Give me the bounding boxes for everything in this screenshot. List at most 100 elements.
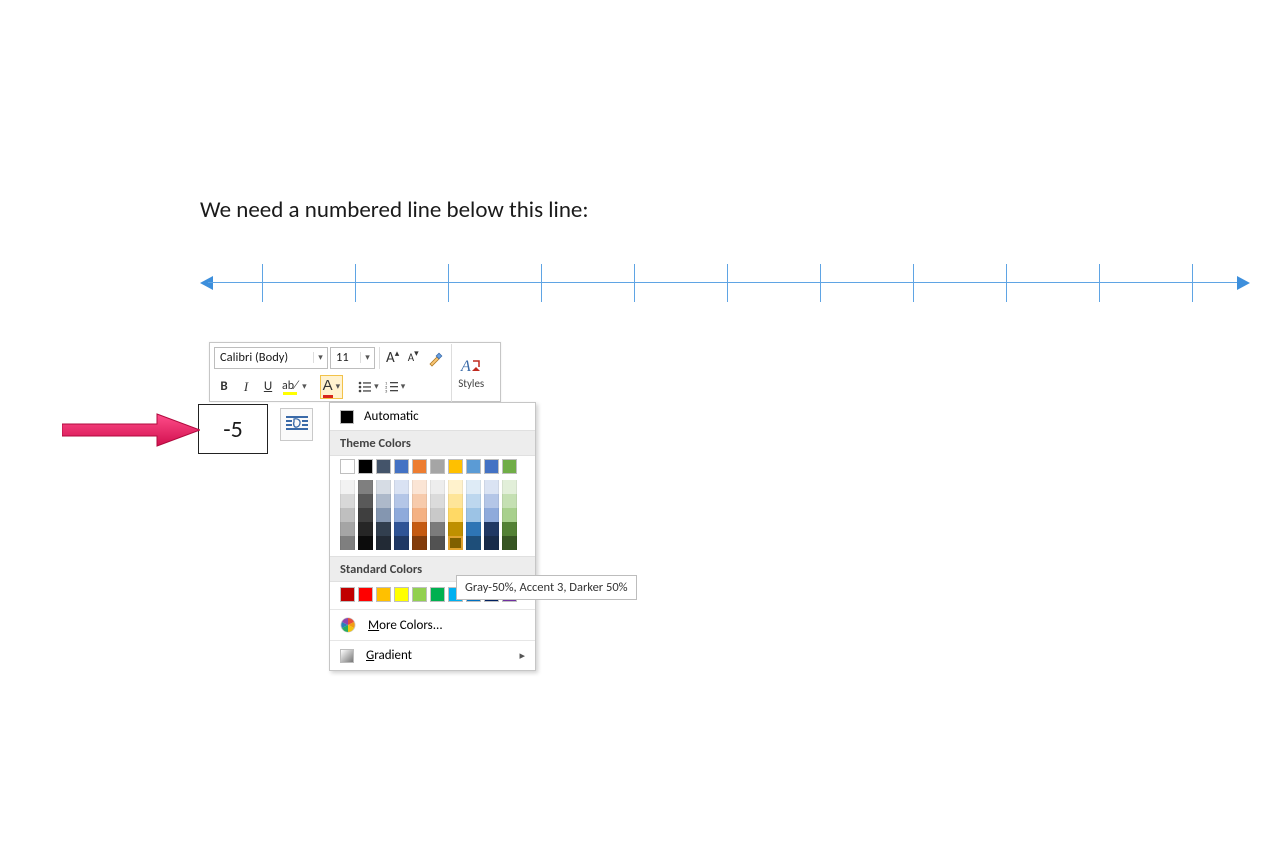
bold-button[interactable]: B xyxy=(214,376,234,398)
theme-tint-swatch[interactable] xyxy=(376,480,391,494)
theme-tint-swatch[interactable] xyxy=(358,480,373,494)
theme-tint-swatch[interactable] xyxy=(340,480,355,494)
theme-tint-swatch[interactable] xyxy=(502,480,517,494)
theme-tint-swatch[interactable] xyxy=(466,536,481,550)
theme-tint-swatch[interactable] xyxy=(466,508,481,522)
theme-tint-swatch[interactable] xyxy=(484,494,499,508)
theme-tint-swatch[interactable] xyxy=(448,480,463,494)
document-heading: We need a numbered line below this line: xyxy=(200,196,589,224)
theme-tint-swatch[interactable] xyxy=(358,508,373,522)
number-line-tick xyxy=(262,264,263,302)
standard-color-swatch[interactable] xyxy=(394,587,409,602)
highlight-color-swatch xyxy=(283,392,297,395)
font-name-combo[interactable]: Calibri (Body) ▾ xyxy=(214,347,328,369)
theme-tint-swatch[interactable] xyxy=(502,536,517,550)
theme-tint-swatch[interactable] xyxy=(448,536,463,550)
number-line-tick xyxy=(1099,264,1100,302)
theme-tint-swatch[interactable] xyxy=(412,522,427,536)
gradient-item[interactable]: Gradient ▸ xyxy=(330,640,535,670)
theme-tint-swatch[interactable] xyxy=(484,522,499,536)
theme-tint-swatch[interactable] xyxy=(502,494,517,508)
underline-button[interactable]: U xyxy=(258,376,278,398)
standard-color-swatch[interactable] xyxy=(412,587,427,602)
theme-tint-swatch[interactable] xyxy=(394,508,409,522)
theme-tint-swatch[interactable] xyxy=(394,522,409,536)
theme-color-swatch[interactable] xyxy=(466,459,481,474)
number-line-tick xyxy=(820,264,821,302)
standard-color-swatch[interactable] xyxy=(430,587,445,602)
theme-color-swatch[interactable] xyxy=(412,459,427,474)
layout-options-button[interactable] xyxy=(280,408,313,441)
bullets-icon xyxy=(358,380,372,394)
theme-tint-swatch[interactable] xyxy=(466,480,481,494)
format-painter-button[interactable] xyxy=(425,347,447,369)
chevron-down-icon: ▾ xyxy=(360,352,374,363)
standard-color-swatch[interactable] xyxy=(376,587,391,602)
theme-tint-swatch[interactable] xyxy=(376,522,391,536)
grow-font-button[interactable]: A▴ xyxy=(379,347,401,369)
inserted-text-box[interactable]: -5 xyxy=(198,404,268,454)
theme-color-swatch[interactable] xyxy=(376,459,391,474)
paintbrush-icon xyxy=(427,349,445,367)
theme-tint-swatch[interactable] xyxy=(376,536,391,550)
theme-tint-swatch[interactable] xyxy=(430,480,445,494)
standard-color-swatch[interactable] xyxy=(358,587,373,602)
theme-tint-swatch[interactable] xyxy=(484,536,499,550)
shrink-font-button[interactable]: A▾ xyxy=(403,347,423,369)
theme-color-swatch[interactable] xyxy=(502,459,517,474)
font-color-button[interactable]: A ▾ xyxy=(320,375,344,399)
bullets-button[interactable]: ▾ xyxy=(356,376,381,398)
chevron-down-icon[interactable]: ▾ xyxy=(302,381,307,392)
theme-tint-swatch[interactable] xyxy=(394,480,409,494)
gradient-label: Gradient xyxy=(366,648,412,663)
theme-tint-swatch[interactable] xyxy=(412,536,427,550)
number-line-tick xyxy=(1006,264,1007,302)
numbering-button[interactable]: 1 2 3 ▾ xyxy=(383,376,408,398)
theme-tint-swatch[interactable] xyxy=(394,494,409,508)
theme-tint-swatch[interactable] xyxy=(340,494,355,508)
theme-tint-swatch[interactable] xyxy=(448,508,463,522)
theme-color-swatch[interactable] xyxy=(340,459,355,474)
font-size-combo[interactable]: 11 ▾ xyxy=(330,347,375,369)
chevron-down-icon: ▾ xyxy=(313,352,327,363)
theme-tint-swatch[interactable] xyxy=(412,480,427,494)
theme-colors-label: Theme Colors xyxy=(330,430,535,456)
theme-tint-swatch[interactable] xyxy=(430,536,445,550)
theme-tint-swatch[interactable] xyxy=(430,522,445,536)
highlight-color-button[interactable]: ab⁄ xyxy=(280,376,300,398)
number-line-tick xyxy=(1192,264,1193,302)
theme-tint-swatch[interactable] xyxy=(376,494,391,508)
theme-tint-swatch[interactable] xyxy=(502,522,517,536)
theme-tint-swatch[interactable] xyxy=(394,536,409,550)
theme-color-swatch[interactable] xyxy=(430,459,445,474)
theme-tint-swatch[interactable] xyxy=(340,508,355,522)
theme-tint-swatch[interactable] xyxy=(448,522,463,536)
theme-tint-swatch[interactable] xyxy=(466,522,481,536)
theme-tint-swatch[interactable] xyxy=(340,522,355,536)
annotation-arrow-icon xyxy=(62,412,200,448)
theme-color-swatch[interactable] xyxy=(358,459,373,474)
theme-tint-swatch[interactable] xyxy=(412,494,427,508)
standard-color-swatch[interactable] xyxy=(340,587,355,602)
theme-color-swatch[interactable] xyxy=(448,459,463,474)
number-line-tick xyxy=(541,264,542,302)
theme-tint-swatch[interactable] xyxy=(484,508,499,522)
italic-button[interactable]: I xyxy=(236,376,256,398)
theme-tint-swatch[interactable] xyxy=(358,522,373,536)
theme-color-swatch[interactable] xyxy=(394,459,409,474)
theme-tint-swatch[interactable] xyxy=(430,494,445,508)
theme-tint-swatch[interactable] xyxy=(376,508,391,522)
theme-tint-swatch[interactable] xyxy=(358,536,373,550)
theme-tint-swatch[interactable] xyxy=(466,494,481,508)
theme-color-swatch[interactable] xyxy=(484,459,499,474)
theme-tint-swatch[interactable] xyxy=(340,536,355,550)
theme-tint-swatch[interactable] xyxy=(484,480,499,494)
automatic-color-item[interactable]: Automatic xyxy=(330,403,535,430)
more-colors-item[interactable]: More Colors... xyxy=(330,609,535,640)
theme-tint-swatch[interactable] xyxy=(502,508,517,522)
theme-colors-row xyxy=(330,456,535,477)
theme-tint-swatch[interactable] xyxy=(448,494,463,508)
theme-tint-swatch[interactable] xyxy=(358,494,373,508)
theme-tint-swatch[interactable] xyxy=(412,508,427,522)
theme-tint-swatch[interactable] xyxy=(430,508,445,522)
